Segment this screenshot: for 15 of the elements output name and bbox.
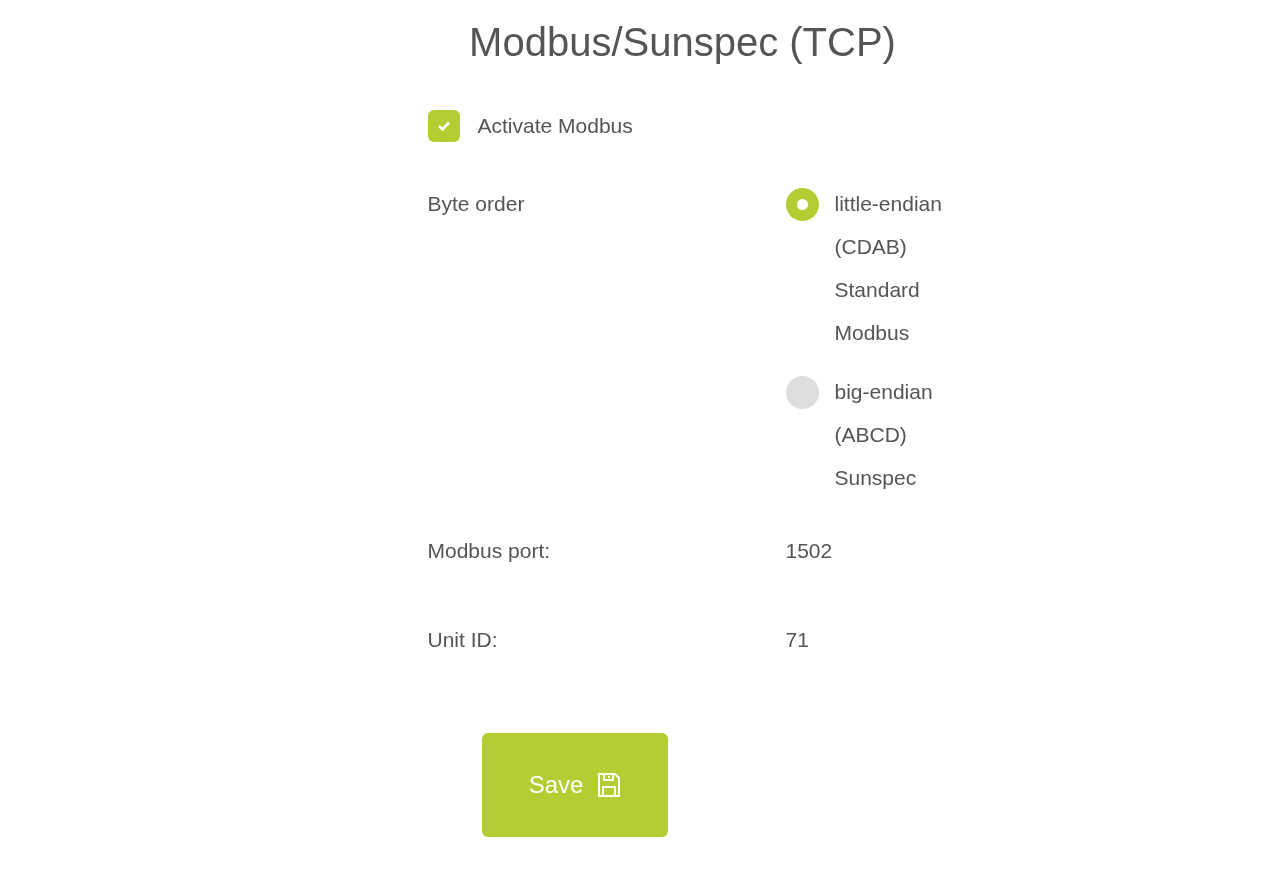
field-label: Unit ID: <box>427 627 499 653</box>
radio-label: little-endian (CDAB) Standard Modbus <box>834 191 943 346</box>
save-icon <box>597 772 622 798</box>
field-label: Modbus port: <box>427 538 552 564</box>
save-button[interactable]: Save <box>482 733 668 837</box>
field-value: 71 <box>785 627 809 653</box>
radio-button[interactable] <box>785 188 819 221</box>
radio-button[interactable] <box>785 376 819 409</box>
radio-label: big-endian (ABCD) Sunspec <box>834 379 934 491</box>
checkbox[interactable] <box>427 110 460 142</box>
checkbox-label: Activate Modbus <box>477 113 633 140</box>
field-value: 1502 <box>785 538 833 564</box>
page-title: Modbus/Sunspec (TCP) <box>469 19 896 66</box>
field-label: Byte order <box>427 191 526 217</box>
check-icon <box>436 120 451 132</box>
